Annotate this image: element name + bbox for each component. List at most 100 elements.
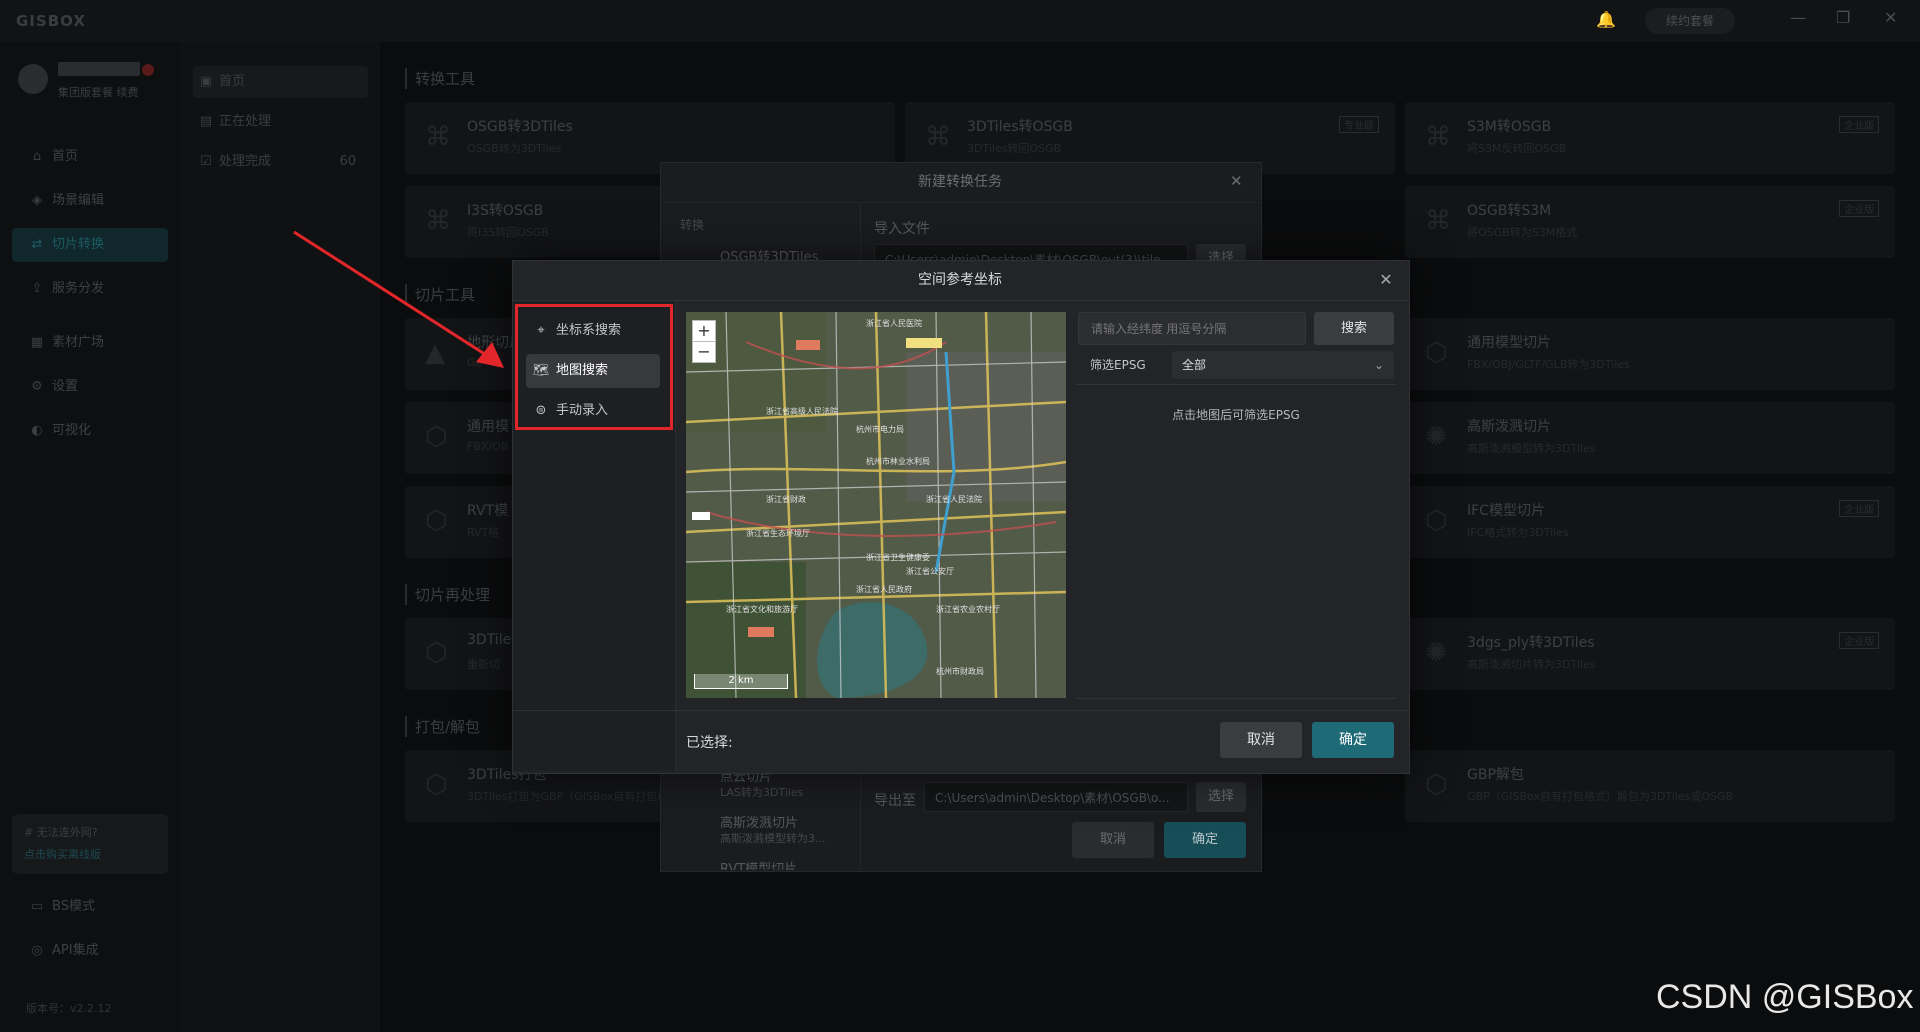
convert-label: 转换 [680, 218, 705, 232]
card-osgb-s3m[interactable]: ⌘ OSGB转S3M 将OSGB转为S3M格式 企业版 [1405, 186, 1895, 258]
nav-bs-mode[interactable]: ▭ BS模式 [12, 890, 168, 924]
sub-item-done[interactable]: ☑ 处理完成 60 [193, 146, 368, 178]
epsg-filter-select[interactable]: 全部 ⌄ [1172, 351, 1394, 379]
card-gaussian[interactable]: ✺ 高斯泼溅切片 高斯泼溅模型转为3DTiles [1405, 402, 1895, 474]
user-plan: 集团版套餐 续费 [58, 86, 139, 99]
annotation-highlight-box [515, 304, 673, 430]
visual-icon: ◐ [31, 423, 43, 438]
app-logo: GISBOX [16, 12, 86, 30]
bs-icon: ▭ [30, 899, 44, 914]
convert-icon: ⇄ [31, 237, 43, 252]
close-window-icon[interactable]: ✕ [1884, 8, 1897, 27]
card-s3m-osgb[interactable]: ⌘ S3M转OSGB 将S3M反转回OSGB 企业版 [1405, 102, 1895, 174]
upgrade-button[interactable]: 续约套餐 [1645, 8, 1735, 34]
promo-title: # 无法连外网? [24, 826, 98, 839]
confirm-button[interactable]: 确定 [1312, 722, 1394, 758]
footer-divider [513, 710, 1407, 711]
list-item-rvt[interactable]: RVT模型切片 [720, 858, 797, 870]
card-model-tile[interactable]: ⬡ 通用模型切片 FBX/OBJ/GLTF/GLB转为3DTiles [1405, 318, 1895, 390]
tool-icon: ⌘ [1425, 206, 1451, 236]
nav-tile-convert[interactable]: ⇄ 切片转换 [12, 228, 168, 262]
doc-icon: ▤ [199, 114, 213, 129]
scene-icon: ◈ [32, 193, 42, 208]
nav-visualize[interactable]: ◐ 可视化 [12, 414, 168, 448]
nav-service-publish[interactable]: ⇪ 服务分发 [12, 272, 168, 306]
cube-icon: ⬡ [425, 506, 448, 536]
list-item-gaussian-sub: 高斯泼溅模型转为3... [720, 832, 826, 845]
svg-text:浙江省农业农村厅: 浙江省农业农村厅 [936, 604, 1000, 614]
export-label: 导出至 [874, 793, 916, 809]
satellite-map[interactable]: 浙江省人民医院 杭州市电力局 杭州市林业水利局 浙江省高级人民法院 浙江省财政 … [686, 312, 1066, 698]
card-gbp-unpack[interactable]: ⬡ GBP解包 GBP（GISBox自有打包格式）解包为3DTiles或OSGB [1405, 750, 1895, 822]
cancel-button[interactable]: 取消 [1220, 722, 1302, 758]
cube-icon: ⬡ [1425, 506, 1448, 536]
card-ifc[interactable]: ⬡ IFC模型切片 IFC格式转为3DTiles 企业版 [1405, 486, 1895, 558]
svg-text:浙江省财政: 浙江省财政 [766, 494, 806, 504]
chevron-down-icon: ⌄ [1373, 358, 1384, 372]
svg-text:浙江省人民医院: 浙江省人民医院 [866, 318, 922, 328]
sub-sidebar [180, 42, 380, 1032]
username-redacted [58, 62, 140, 76]
nav-home[interactable]: ⌂ 首页 [12, 140, 168, 174]
svg-text:杭州市电力局: 杭州市电力局 [856, 424, 904, 434]
sub-item-processing[interactable]: ▤ 正在处理 [193, 106, 368, 138]
check-icon: ☑ [200, 154, 212, 169]
svg-text:杭州市财政局: 杭州市财政局 [936, 666, 984, 676]
svg-text:浙江省文化和旅游厅: 浙江省文化和旅游厅 [726, 604, 798, 614]
svg-text:浙江省高级人民法院: 浙江省高级人民法院 [766, 406, 838, 416]
cube-icon: ⬡ [425, 770, 448, 800]
api-icon: ◎ [31, 943, 43, 958]
publish-icon: ⇪ [31, 281, 43, 296]
zoom-out-button[interactable]: − [692, 341, 716, 363]
close-icon[interactable]: ✕ [1230, 172, 1243, 190]
tool-icon: ⌘ [925, 122, 951, 152]
close-icon[interactable]: ✕ [1376, 270, 1396, 290]
nav-scene-edit[interactable]: ◈ 场景编辑 [12, 184, 168, 218]
gear-icon: ⚙ [31, 379, 43, 394]
section-convert-tools: 转换工具 [405, 68, 475, 89]
zoom-in-button[interactable]: + [692, 320, 716, 342]
minimize-icon[interactable]: — [1790, 8, 1806, 27]
cube-icon: ⬡ [425, 638, 448, 668]
bell-icon[interactable]: 🔔 [1596, 10, 1616, 29]
epsg-hint: 点击地图后可筛选EPSG [1172, 408, 1300, 422]
divider [1076, 384, 1396, 385]
svg-text:浙江省卫生健康委: 浙江省卫生健康委 [866, 552, 930, 562]
watermark: CSDN @GISBox [1656, 978, 1914, 1016]
svg-text:浙江省公安厅: 浙江省公安厅 [906, 566, 954, 576]
done-count: 60 [339, 154, 356, 169]
restore-icon[interactable]: ❐ [1836, 8, 1850, 27]
cube-icon: ⬡ [1425, 338, 1448, 368]
selected-label: 已选择: [686, 735, 733, 751]
annotation-arrow [293, 230, 504, 368]
section-reprocess: 切片再处理 [405, 584, 490, 605]
export-select-button[interactable]: 选择 [1196, 782, 1246, 812]
search-button[interactable]: 搜索 [1314, 312, 1394, 345]
gaussian-icon: ✺ [1425, 638, 1447, 668]
nav-assets[interactable]: ▦ 素材广场 [12, 326, 168, 360]
list-item-pointcloud-sub: LAS转为3DTiles [720, 786, 804, 799]
tool-icon: ⌘ [425, 122, 451, 152]
svg-text:浙江省生态环境厅: 浙江省生态环境厅 [746, 528, 810, 538]
coordinate-search-input[interactable] [1078, 312, 1306, 345]
back-cancel-button[interactable]: 取消 [1072, 822, 1154, 858]
back-ok-button[interactable]: 确定 [1164, 822, 1246, 858]
notification-dot [142, 64, 154, 76]
map-scale-bar: 2 km [694, 674, 788, 689]
promo-link[interactable]: 点击购买离线版 [24, 846, 101, 862]
nav-settings[interactable]: ⚙ 设置 [12, 370, 168, 404]
section-pack: 打包/解包 [405, 716, 480, 737]
map-canvas: 浙江省人民医院 杭州市电力局 杭州市林业水利局 浙江省高级人民法院 浙江省财政 … [686, 312, 1066, 698]
assets-icon: ▦ [30, 335, 44, 350]
nav-api[interactable]: ◎ API集成 [12, 934, 168, 968]
dialog-title: 空间参考坐标 [512, 260, 1408, 301]
avatar[interactable] [18, 64, 48, 94]
export-path-input[interactable]: C:\Users\admin\Desktop\素材\OSGB\o... [924, 782, 1188, 812]
sub-item-home[interactable]: ▣ 首页 [193, 66, 368, 98]
list-item-gaussian[interactable]: 高斯泼溅切片 [720, 812, 798, 831]
svg-text:浙江省人民法院: 浙江省人民法院 [926, 494, 982, 504]
card-3dgs-ply[interactable]: ✺ 3dgs_ply转3DTiles 高斯泼溅切片转为3DTiles 企业版 [1405, 618, 1895, 690]
offline-promo[interactable]: # 无法连外网? 点击购买离线版 [12, 814, 168, 874]
new-task-title: 新建转换任务 [660, 162, 1260, 203]
epsg-filter-label: 筛选EPSG [1090, 358, 1146, 372]
